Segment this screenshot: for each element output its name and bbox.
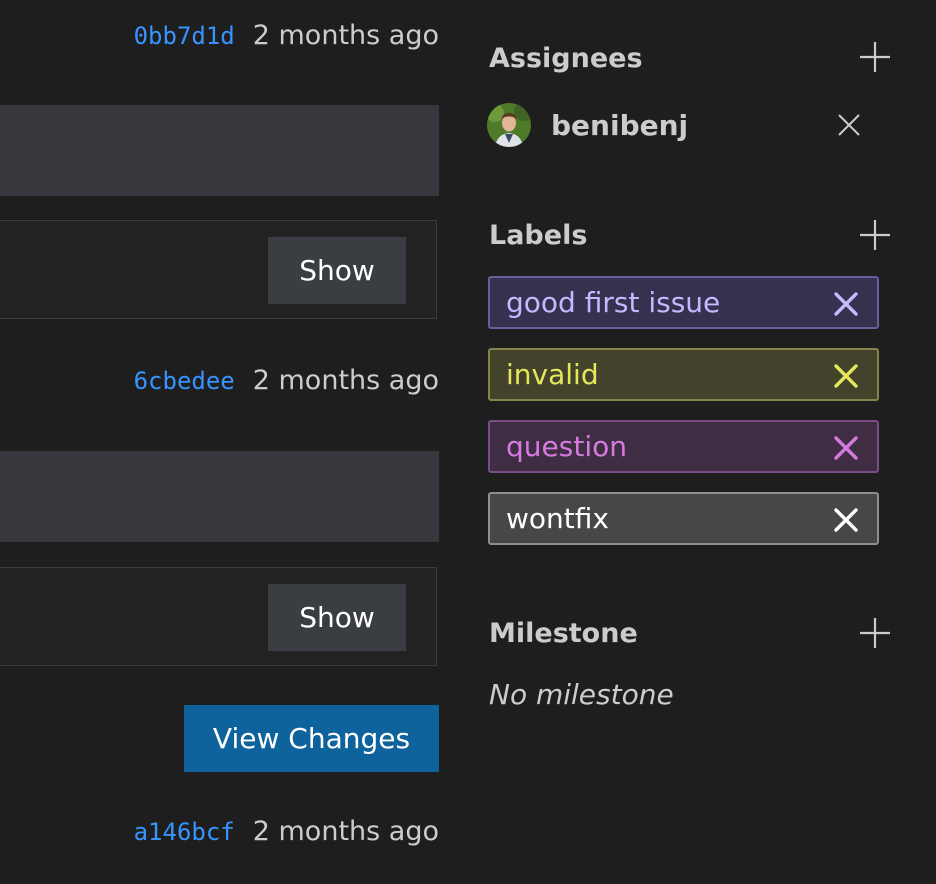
remove-label-close-icon[interactable] <box>833 291 859 317</box>
add-milestone-plus-icon[interactable] <box>858 616 892 650</box>
label-name: good first issue <box>506 286 721 319</box>
commit-sha-link[interactable]: a146bcf <box>134 818 235 846</box>
commit-entry: 6cbedee 2 months ago <box>134 365 439 396</box>
show-button[interactable]: Show <box>268 584 406 651</box>
view-changes-button[interactable]: View Changes <box>184 705 439 772</box>
commit-time: 2 months ago <box>252 20 439 51</box>
commit-entry: a146bcf 2 months ago <box>134 816 439 847</box>
label-chip-question[interactable]: question <box>488 420 879 473</box>
collapsed-content-frame: Show <box>0 567 437 666</box>
label-name: wontfix <box>506 502 609 535</box>
labels-title: Labels <box>489 220 588 251</box>
label-chip-wontfix[interactable]: wontfix <box>488 492 879 545</box>
label-chip-good-first-issue[interactable]: good first issue <box>488 276 879 329</box>
add-assignee-plus-icon[interactable] <box>858 40 892 74</box>
commit-message-block <box>0 105 439 196</box>
commit-time: 2 months ago <box>252 365 439 396</box>
assignee-name: benibenj <box>551 108 689 142</box>
commit-sha-link[interactable]: 6cbedee <box>134 367 235 395</box>
milestone-title: Milestone <box>489 618 638 649</box>
pull-request-view: 0bb7d1d 2 months ago Show 6cbedee 2 mont… <box>0 0 936 884</box>
label-name: invalid <box>506 358 599 391</box>
milestone-value: No milestone <box>489 678 674 711</box>
add-label-plus-icon[interactable] <box>858 218 892 252</box>
avatar <box>487 103 531 147</box>
assignees-title: Assignees <box>489 43 643 74</box>
commit-message-block <box>0 451 439 542</box>
remove-label-close-icon[interactable] <box>833 435 859 461</box>
label-name: question <box>506 430 627 463</box>
commit-time: 2 months ago <box>252 816 439 847</box>
remove-label-close-icon[interactable] <box>833 507 859 533</box>
commit-sha-link[interactable]: 0bb7d1d <box>134 22 235 50</box>
collapsed-content-frame: Show <box>0 220 437 319</box>
assignee-item[interactable]: benibenj <box>487 103 688 147</box>
remove-assignee-close-icon[interactable] <box>836 112 862 138</box>
commit-entry: 0bb7d1d 2 months ago <box>134 20 439 51</box>
remove-label-close-icon[interactable] <box>833 363 859 389</box>
label-chip-invalid[interactable]: invalid <box>488 348 879 401</box>
show-button[interactable]: Show <box>268 237 406 304</box>
